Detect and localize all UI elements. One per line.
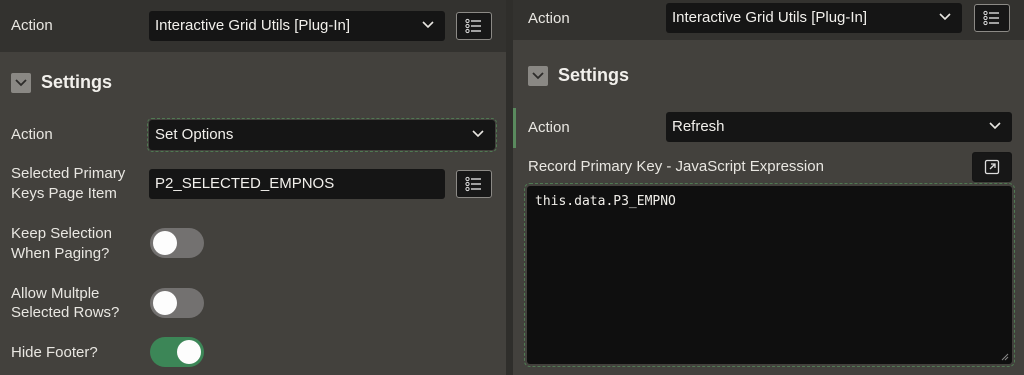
keep-selection-label-line2: When Paging? [11,245,110,262]
list-icon-button[interactable] [456,170,492,198]
action-label: Action [11,126,53,143]
action-label: Action [528,119,570,136]
expand-button[interactable] [972,152,1012,182]
right-panel: Action Interactive Grid Utils [Plug-In] … [513,0,1024,375]
settings-section-header[interactable]: Settings [528,65,629,86]
selected-pk-label-line1: Selected Primary [11,165,126,182]
action-select[interactable]: Refresh [666,112,1012,142]
keep-selection-label-line1: Keep Selection [11,225,112,242]
settings-title: Settings [558,65,630,85]
expand-icon [984,159,1000,175]
allow-multiple-label-line1: Allow Multple [11,285,100,302]
header-action-select[interactable]: Interactive Grid Utils [Plug-In] [149,11,445,41]
panel-divider [506,0,513,375]
settings-title: Settings [41,72,113,92]
action-header-row: Action Interactive Grid Utils [Plug-In] [513,0,1024,40]
record-pk-label: Record Primary Key - JavaScript Expressi… [528,158,824,175]
action-select[interactable]: Set Options [147,118,497,152]
focus-indicator [513,108,516,148]
allow-multiple-toggle[interactable] [150,288,204,318]
header-action-label: Action [528,10,570,27]
selected-pk-value: P2_SELECTED_EMPNOS [155,175,335,192]
list-icon-button[interactable] [456,12,492,40]
list-icon [465,176,481,192]
action-value: Refresh [672,118,725,135]
selected-pk-input[interactable]: P2_SELECTED_EMPNOS [149,169,445,199]
hide-footer-toggle[interactable] [150,337,204,367]
hide-footer-label: Hide Footer? [11,344,98,361]
header-action-label: Action [11,17,53,34]
collapse-chevron-icon[interactable] [528,65,548,86]
selected-pk-label-line2: Keys Page Item [11,185,117,202]
left-panel: Action Interactive Grid Utils [Plug-In] … [0,0,506,375]
collapse-chevron-icon[interactable] [11,72,31,93]
toggle-knob [177,340,201,364]
code-value: this.data.P3_EMPNO [535,194,676,209]
chevron-down-icon [422,21,434,29]
javascript-expression-editor[interactable]: this.data.P3_EMPNO [524,183,1015,367]
header-action-value: Interactive Grid Utils [Plug-In] [155,17,351,34]
chevron-down-icon [939,13,951,21]
chevron-down-icon [472,130,484,138]
list-icon-button[interactable] [974,4,1010,32]
header-action-value: Interactive Grid Utils [Plug-In] [672,9,868,26]
resize-handle-icon[interactable] [1001,353,1009,361]
toggle-knob [153,231,177,255]
keep-selection-toggle[interactable] [150,228,204,258]
focus-indicator [0,118,3,152]
action-value: Set Options [155,126,234,143]
toggle-knob [153,291,177,315]
list-icon [465,18,481,34]
settings-section-header[interactable]: Settings [11,72,112,93]
header-action-select[interactable]: Interactive Grid Utils [Plug-In] [666,3,962,33]
allow-multiple-label-line2: Selected Rows? [11,304,120,321]
action-header-row: Action Interactive Grid Utils [Plug-In] [0,0,506,52]
list-icon [983,10,999,26]
chevron-down-icon [989,122,1001,130]
